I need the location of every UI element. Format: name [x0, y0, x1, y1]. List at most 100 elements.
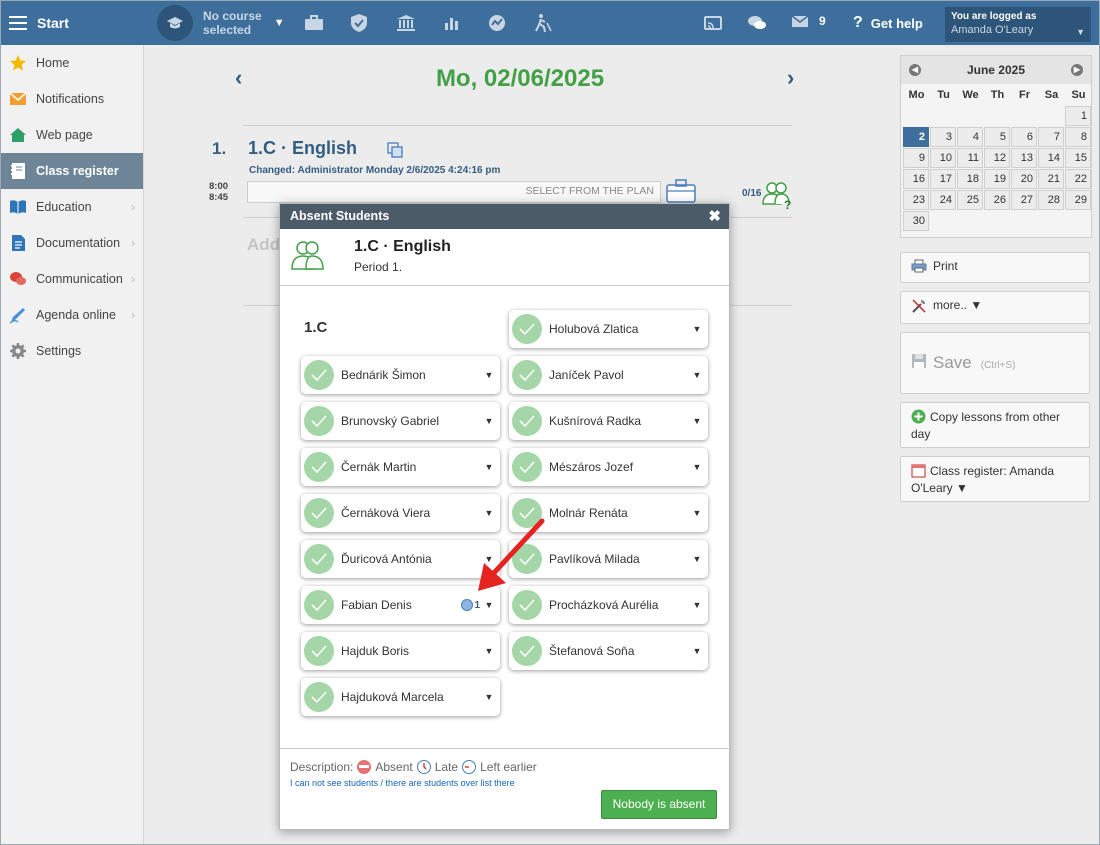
next-day-arrow-icon[interactable]: ›	[787, 65, 794, 91]
calendar-day[interactable]: 20	[1011, 169, 1037, 189]
chevron-down-icon[interactable]: ▼	[690, 646, 704, 656]
chevron-down-icon[interactable]: ▼	[690, 462, 704, 472]
check-icon[interactable]	[512, 406, 542, 436]
calendar-day[interactable]: 21	[1038, 169, 1064, 189]
student-card[interactable]: Kušnírová Radka ▼	[509, 402, 708, 440]
check-icon[interactable]	[304, 636, 334, 666]
student-card[interactable]: Janíček Pavol ▼	[509, 356, 708, 394]
student-card[interactable]: Mészáros Jozef ▼	[509, 448, 708, 486]
chat-bubbles-icon[interactable]	[745, 11, 769, 35]
chevron-down-icon[interactable]: ▼	[690, 416, 704, 426]
class-register-user-button[interactable]: Class register: Amanda O'Leary ▼	[900, 456, 1090, 502]
check-icon[interactable]	[512, 636, 542, 666]
user-menu[interactable]: You are logged as Amanda O'Leary ▼	[945, 7, 1091, 42]
calendar-day[interactable]: 12	[984, 148, 1010, 168]
calendar-day[interactable]: 10	[930, 148, 956, 168]
calendar-day[interactable]: 22	[1065, 169, 1091, 189]
info-badge[interactable]: 1	[461, 599, 480, 611]
sidebar-item-settings[interactable]: Settings	[1, 333, 143, 369]
print-button[interactable]: Print	[900, 252, 1090, 283]
calendar-day[interactable]: 17	[930, 169, 956, 189]
calendar-day[interactable]: 1	[1065, 106, 1091, 126]
chevron-down-icon[interactable]: ▼	[482, 462, 496, 472]
calendar-day[interactable]: 8	[1065, 127, 1091, 147]
check-icon[interactable]	[304, 682, 334, 712]
chevron-down-icon[interactable]: ▼	[482, 370, 496, 380]
calendar-day[interactable]: 24	[930, 190, 956, 210]
institution-icon[interactable]	[394, 11, 418, 35]
student-card[interactable]: Brunovský Gabriel ▼	[301, 402, 500, 440]
sidebar-item-documentation[interactable]: Documentation ›	[1, 225, 143, 261]
check-icon[interactable]	[304, 452, 334, 482]
shield-icon[interactable]	[347, 11, 371, 35]
close-icon[interactable]: ✖	[708, 204, 721, 229]
calendar-day[interactable]: 4	[957, 127, 983, 147]
check-icon[interactable]	[512, 360, 542, 390]
chevron-down-icon[interactable]: ▼	[482, 692, 496, 702]
gauge-icon[interactable]	[485, 11, 509, 35]
calendar-day[interactable]: 27	[1011, 190, 1037, 210]
calendar-day[interactable]: 23	[903, 190, 929, 210]
walking-person-icon[interactable]	[531, 11, 555, 35]
calendar-day[interactable]: 3	[930, 127, 956, 147]
student-card[interactable]: Hajduk Boris ▼	[301, 632, 500, 670]
calendar-day[interactable]: 13	[1011, 148, 1037, 168]
chevron-down-icon[interactable]: ▼	[482, 416, 496, 426]
sidebar-item-class-register[interactable]: Class register	[1, 153, 143, 189]
cant-see-students-link[interactable]: I can not see students / there are stude…	[290, 778, 515, 788]
calendar-day[interactable]: 6	[1011, 127, 1037, 147]
sidebar-item-communication[interactable]: Communication ›	[1, 261, 143, 297]
student-card[interactable]: Štefanová Soňa ▼	[509, 632, 708, 670]
copy-lessons-button[interactable]: Copy lessons from other day	[900, 402, 1090, 448]
calendar-day[interactable]: 9	[903, 148, 929, 168]
students-attendance-icon[interactable]: ?	[761, 180, 793, 213]
calendar-day[interactable]: 30	[903, 211, 929, 231]
calendar-day[interactable]: 28	[1038, 190, 1064, 210]
calendar-day[interactable]: 14	[1038, 148, 1064, 168]
calendar-day[interactable]: 5	[984, 127, 1010, 147]
calendar-day-selected[interactable]: 2	[903, 127, 929, 147]
student-card[interactable]: Hajduková Marcela ▼	[301, 678, 500, 716]
calendar-day[interactable]: 16	[903, 169, 929, 189]
save-button[interactable]: Save (Ctrl+S)	[900, 332, 1090, 394]
check-icon[interactable]	[304, 590, 334, 620]
select-from-plan-field[interactable]: SELECT FROM THE PLAN	[247, 181, 661, 203]
check-icon[interactable]	[512, 452, 542, 482]
chevron-down-icon[interactable]: ▼	[690, 554, 704, 564]
briefcase-icon[interactable]	[302, 11, 326, 35]
nobody-is-absent-button[interactable]: Nobody is absent	[601, 790, 717, 819]
calendar-day[interactable]: 29	[1065, 190, 1091, 210]
calendar-day[interactable]: 15	[1065, 148, 1091, 168]
briefcase-icon[interactable]	[666, 179, 696, 206]
messages-button[interactable]: 9	[791, 14, 826, 28]
calendar-day[interactable]: 11	[957, 148, 983, 168]
chevron-down-icon[interactable]: ▼	[690, 600, 704, 610]
calendar-day[interactable]: 19	[984, 169, 1010, 189]
cast-icon[interactable]	[701, 11, 725, 35]
chevron-down-icon[interactable]: ▼	[690, 370, 704, 380]
more-button[interactable]: more.. ▼	[900, 291, 1090, 324]
course-selector[interactable]: No course selected ▼	[157, 5, 285, 41]
lesson-title[interactable]: 1.C · English	[248, 138, 357, 159]
next-month-icon[interactable]: ▶	[1071, 64, 1083, 76]
check-icon[interactable]	[304, 498, 334, 528]
student-card[interactable]: Bednárik Šimon ▼	[301, 356, 500, 394]
check-icon[interactable]	[304, 360, 334, 390]
sidebar-item-notifications[interactable]: Notifications	[1, 81, 143, 117]
start-button[interactable]: Start	[9, 1, 69, 45]
student-card[interactable]: Holubová Zlatica ▼	[509, 310, 708, 348]
calendar-day[interactable]: 18	[957, 169, 983, 189]
chevron-down-icon[interactable]: ▼	[690, 324, 704, 334]
sidebar-item-web-page[interactable]: Web page	[1, 117, 143, 153]
sidebar-item-education[interactable]: Education ›	[1, 189, 143, 225]
check-icon[interactable]	[512, 314, 542, 344]
student-card[interactable]: Černák Martin ▼	[301, 448, 500, 486]
get-help-button[interactable]: ? Get help	[853, 14, 923, 32]
add-lesson-link[interactable]: Add	[247, 235, 280, 255]
chevron-down-icon[interactable]: ▼	[690, 508, 704, 518]
chevron-down-icon[interactable]: ▼	[482, 600, 496, 610]
previous-month-icon[interactable]: ◀	[909, 64, 921, 76]
check-icon[interactable]	[304, 544, 334, 574]
calendar-day[interactable]: 26	[984, 190, 1010, 210]
calendar-day[interactable]: 25	[957, 190, 983, 210]
